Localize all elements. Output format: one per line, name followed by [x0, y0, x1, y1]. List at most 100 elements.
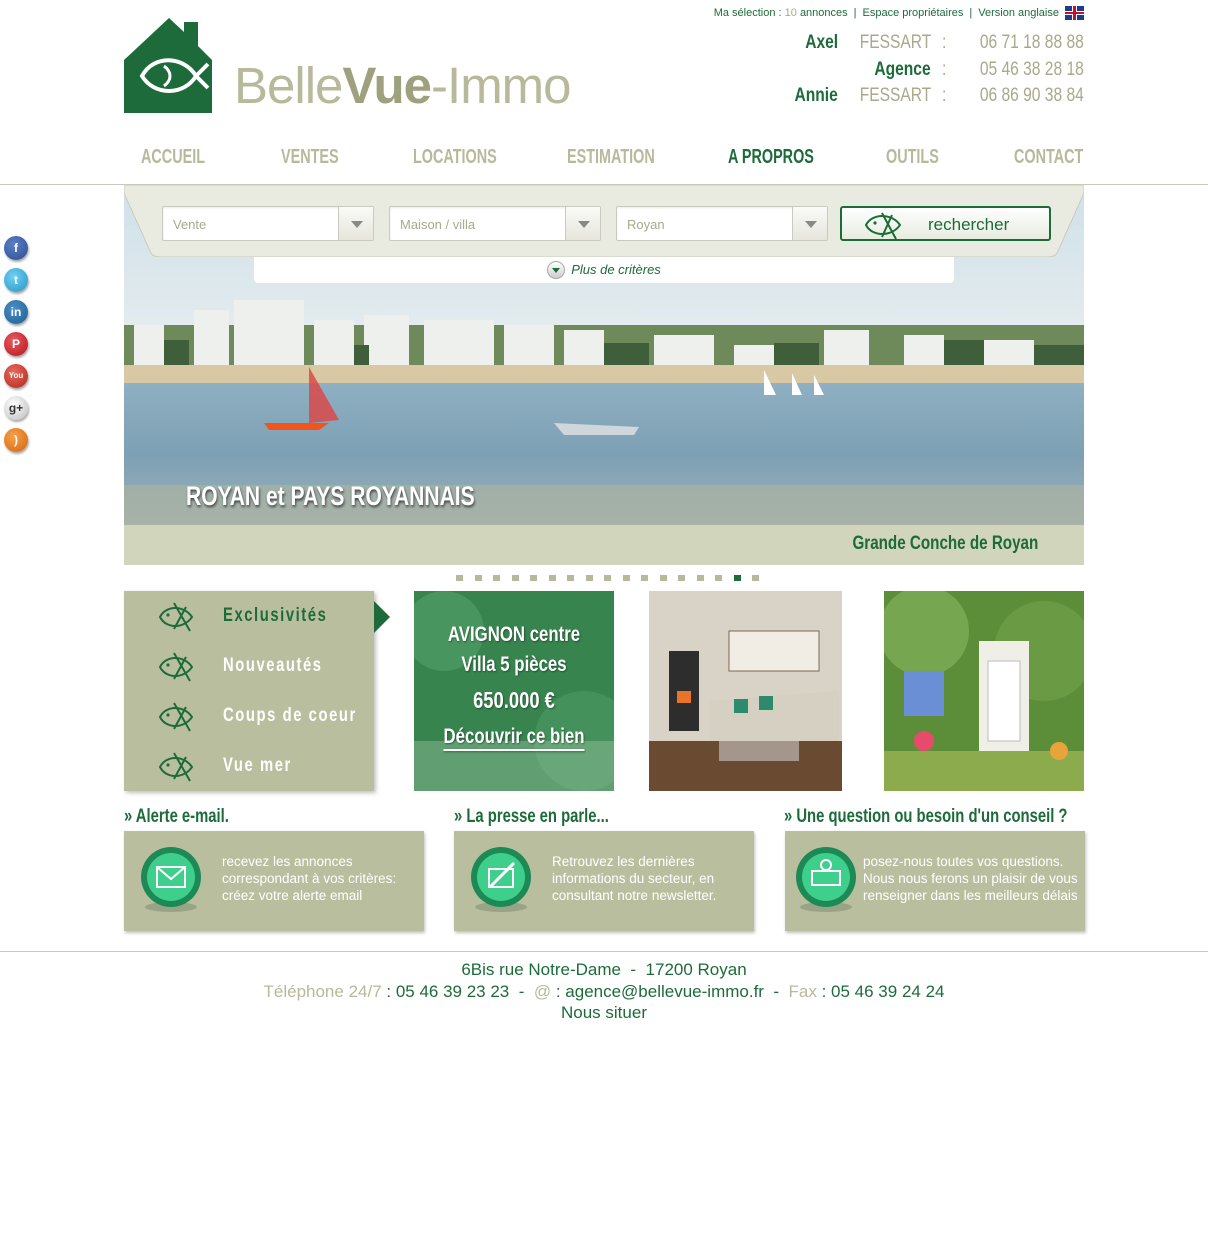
- rss-icon[interactable]: ): [4, 428, 28, 452]
- slider-dot[interactable]: [604, 575, 611, 581]
- contact-sep: :: [942, 58, 947, 80]
- nav-ventes[interactable]: VENTES: [281, 146, 339, 169]
- facebook-icon[interactable]: f: [4, 236, 28, 260]
- chevron-down-icon[interactable]: [565, 207, 600, 240]
- category-vue-mer[interactable]: Vue mer: [158, 749, 373, 789]
- contact-first-name: Axel: [805, 32, 839, 53]
- googleplus-icon[interactable]: g+: [4, 396, 28, 420]
- slider-dot[interactable]: [585, 575, 593, 581]
- slider-dot[interactable]: [696, 575, 704, 581]
- slider-dot[interactable]: [493, 575, 500, 581]
- featured-property-tile[interactable]: AVIGNON centre Villa 5 pièces 650.000 € …: [414, 591, 614, 791]
- slider-dot[interactable]: [678, 575, 685, 581]
- footer-phone[interactable]: 05 46 39 23 23: [396, 982, 509, 1001]
- contact-first-name: Agence: [874, 58, 931, 80]
- select-value: Royan: [627, 217, 665, 232]
- question-box[interactable]: posez-nous toutes vos questions. Nous no…: [785, 831, 1085, 931]
- email-label: @: [533, 981, 552, 1001]
- category-label: Nouveautés: [223, 655, 323, 676]
- contact-last-name: FESSART: [859, 85, 931, 106]
- chevron-down-icon[interactable]: [792, 207, 827, 240]
- nav-a-propos[interactable]: A PROPROS: [728, 146, 814, 169]
- slider-dot[interactable]: [622, 575, 630, 581]
- nav-accueil[interactable]: ACCUEIL: [141, 146, 205, 169]
- contact-phone[interactable]: 06 71 18 88 88: [980, 30, 1084, 57]
- search-button[interactable]: rechercher: [840, 206, 1051, 241]
- slider-dot[interactable]: [456, 575, 463, 581]
- more-criteria[interactable]: Plus de critères: [254, 257, 954, 283]
- chevron-down-icon[interactable]: [547, 261, 566, 279]
- transaction-type-select[interactable]: Vente: [162, 206, 374, 241]
- logo-part-2: Vue: [342, 57, 432, 114]
- fax-label: Fax: [788, 981, 817, 1001]
- contact-last-name: FESSART: [859, 32, 931, 53]
- promo-type: Villa 5 pièces: [461, 653, 567, 676]
- nav-locations[interactable]: LOCATIONS: [413, 146, 497, 169]
- nav-contact[interactable]: CONTACT: [1014, 146, 1083, 169]
- separator: |: [969, 7, 973, 19]
- press-box[interactable]: Retrouvez les dernières informations du …: [454, 831, 754, 931]
- selection-link[interactable]: Ma sélection : 10 annonces: [714, 7, 848, 19]
- slider-dot[interactable]: [641, 575, 648, 581]
- slider-dot[interactable]: [715, 575, 722, 581]
- slider-dot[interactable]: [733, 575, 741, 581]
- slider-dot[interactable]: [511, 575, 519, 581]
- footer-contact-line: Téléphone 24/7 : 05 46 39 23 23 - @ : ag…: [263, 981, 945, 1001]
- footer-divider: [0, 951, 1208, 952]
- footer-fax: 05 46 39 24 24: [831, 981, 945, 1001]
- english-version-link[interactable]: Version anglaise: [978, 7, 1059, 19]
- pinterest-icon[interactable]: P: [4, 332, 28, 356]
- promo-location: AVIGNON centre: [447, 623, 581, 646]
- slider-dot[interactable]: [474, 575, 482, 581]
- category-label: Coups de coeur: [223, 705, 357, 726]
- slider-dot[interactable]: [659, 575, 667, 581]
- owners-link[interactable]: Espace propriétaires: [863, 7, 964, 19]
- email-alert-box[interactable]: recevez les annonces correspondant à vos…: [124, 831, 424, 931]
- category-nouveautes[interactable]: Nouveautés: [158, 649, 373, 689]
- promo-cta-link[interactable]: Découvrir ce bien: [434, 725, 594, 749]
- selection-count: 10: [784, 7, 797, 19]
- slider-dot[interactable]: [752, 575, 759, 581]
- youtube-icon[interactable]: You: [4, 364, 28, 388]
- logo[interactable]: BelleVue-Immo: [124, 16, 624, 114]
- select-value: Maison / villa: [400, 217, 476, 232]
- selection-label: Ma sélection :: [713, 7, 782, 19]
- property-type-select[interactable]: Maison / villa: [389, 206, 601, 241]
- linkedin-icon[interactable]: in: [4, 300, 28, 324]
- twitter-icon[interactable]: t: [4, 268, 28, 292]
- footer-email-link[interactable]: agence@bellevue-immo.fr: [565, 982, 764, 1001]
- selection-unit: annonces: [799, 7, 848, 19]
- living-room-photo[interactable]: [649, 591, 842, 791]
- fish-icon: [158, 752, 194, 782]
- newsletter-icon: [471, 847, 531, 912]
- chevron-down-icon[interactable]: [338, 207, 373, 240]
- nav-estimation[interactable]: ESTIMATION: [567, 146, 655, 169]
- category-coups-de-coeur[interactable]: Coups de coeur: [158, 699, 373, 739]
- house-facade-photo[interactable]: [884, 591, 1084, 791]
- slider-dot[interactable]: [548, 575, 556, 581]
- contact-sep: :: [942, 85, 947, 106]
- social-links: f t in P You g+ ): [4, 236, 30, 460]
- fish-icon: [864, 212, 902, 240]
- nav-outils[interactable]: OUTILS: [886, 146, 939, 169]
- press-text: Retrouvez les dernières informations du …: [552, 854, 717, 903]
- uk-flag-icon[interactable]: [1065, 6, 1084, 20]
- locate-us-link[interactable]: Nous situer: [0, 1002, 1208, 1024]
- category-menu: Exclusivités Nouveautés Coups de coeur V…: [124, 591, 374, 791]
- email-alert-text: recevez les annonces correspondant à vos…: [222, 854, 397, 903]
- contact-first-name: Annie: [794, 85, 839, 106]
- slider-dot[interactable]: [530, 575, 537, 581]
- slider-dot[interactable]: [567, 575, 574, 581]
- city-select[interactable]: Royan: [616, 206, 828, 241]
- search-button-label: rechercher: [928, 215, 1010, 234]
- house-facade-image: [884, 591, 1084, 791]
- category-label: Exclusivités: [223, 605, 328, 626]
- email-alert-heading: » Alerte e-mail.: [124, 806, 229, 827]
- top-utility-bar: Ma sélection : 10 annonces | Espace prop…: [714, 6, 1084, 20]
- envelope-icon: [141, 847, 201, 912]
- separator: |: [853, 7, 857, 19]
- category-exclusivites[interactable]: Exclusivités: [158, 599, 373, 639]
- contact-phone[interactable]: 05 46 38 28 18: [980, 57, 1084, 84]
- hero-title: ROYAN et PAYS ROYANNAIS: [186, 481, 475, 511]
- contact-phone[interactable]: 06 86 90 38 84: [980, 83, 1084, 110]
